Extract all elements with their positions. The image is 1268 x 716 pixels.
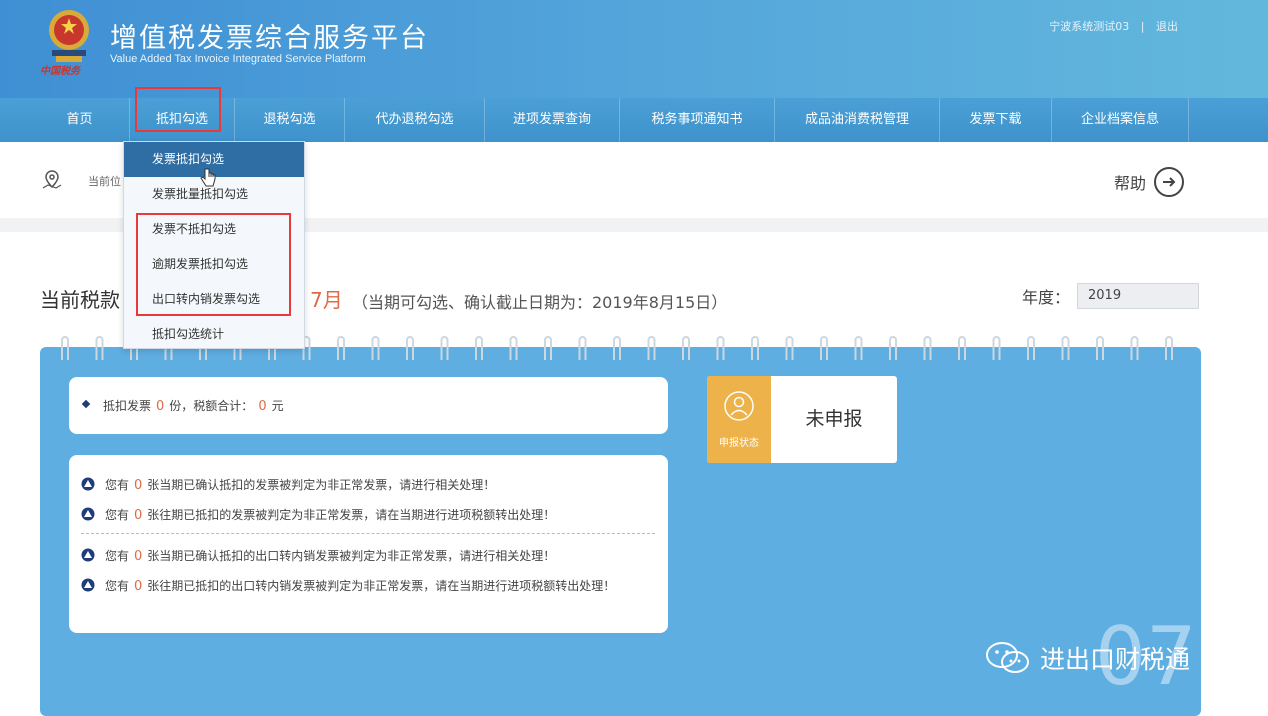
nav-invoice-download[interactable]: 发票下载 [940,98,1052,142]
binder-ring [61,336,69,360]
warning-item: 您有 0 张往期已抵扣的出口转内销发票被判定为非正常发票，请在当期进行进项税额转出处… [81,577,651,596]
menu-item-deduction-stats[interactable]: 抵扣勾选统计 [124,317,304,352]
summary-middle: 份，税额合计： [169,399,254,413]
warning-count: 0 [134,508,143,523]
warning-text: 张当期已确认抵扣的出口转内销发票被判定为非正常发票，请进行相关处理！ [147,549,556,563]
period-title: 当前税款 [40,288,120,312]
summary-amount: 0 [258,399,267,414]
platform-subtitle: Value Added Tax Invoice Integrated Servi… [110,53,366,65]
binder-ring [889,336,897,360]
warning-pre: 您有 [105,579,130,593]
nav-home[interactable]: 首页 [30,98,130,142]
summary-suffix: 元 [271,399,284,413]
binder-ring [1165,336,1173,360]
platform-title: 增值税发票综合服务平台 [110,23,429,54]
warning-icon [81,548,95,562]
binder-ring [923,336,932,360]
logout-link[interactable]: 退出 [1156,20,1178,33]
declaration-status-card[interactable]: 申报状态 未申报 [707,376,897,463]
breadcrumb: 当前位 [88,175,121,188]
binder-ring [820,336,828,360]
binder-ring [751,336,759,360]
watermark-text: 进出口财税通 [1040,645,1191,674]
binder-ring [95,336,104,360]
nav-highlight-box [135,87,221,132]
menu-highlight-box [136,213,291,316]
status-icon-label: 申报状态 [719,438,759,449]
person-icon [724,391,754,421]
binder-ring [1061,336,1070,360]
summary-count: 0 [156,399,165,414]
warning-text: 张往期已抵扣的出口转内销发票被判定为非正常发票，请在当期进行进项税额转出处理！ [147,579,616,593]
binder-ring [785,336,794,360]
year-label: 年度： [1022,288,1071,307]
year-select[interactable]: 2019 [1077,283,1199,309]
binder-ring [854,336,863,360]
warning-pre: 您有 [105,549,130,563]
binder-ring [509,336,518,360]
warning-count: 0 [134,549,143,564]
warning-count: 0 [134,478,143,493]
binder-ring [1027,336,1035,360]
binder-ring [992,336,1001,360]
arrow-right-icon [1154,167,1185,197]
warning-pre: 您有 [105,478,130,492]
warning-pre: 您有 [105,508,130,522]
binder-ring [1130,336,1139,360]
user-area: 宁波系统测试03 | 退出 [1045,18,1182,34]
status-text: 未申报 [805,408,863,430]
status-icon-box: 申报状态 [707,376,771,463]
warning-icon [81,507,95,521]
binder-ring [613,336,621,360]
binder-ring [682,336,690,360]
help-label: 帮助 [1114,174,1147,193]
warnings-card: 您有 0 张当期已确认抵扣的发票被判定为非正常发票，请进行相关处理！ 您有 0 张往期已… [69,455,668,633]
binder-ring [406,336,414,360]
binder-ring [647,336,656,360]
nav-tax-notice[interactable]: 税务事项通知书 [620,98,775,142]
binder-ring [578,336,587,360]
warning-item: 您有 0 张当期已确认抵扣的发票被判定为非正常发票，请进行相关处理！ [81,476,495,493]
location-icon [42,170,62,189]
binder-ring [958,336,966,360]
warning-icon [81,477,95,491]
period-note: （当期可勾选、确认截止日期为：2019年8月15日） [352,293,728,312]
warning-count: 0 [134,579,143,594]
nav-input-invoice-query[interactable]: 进项发票查询 [485,98,620,142]
hand-cursor-icon [200,168,216,187]
help-button[interactable]: 帮助 [1114,167,1185,197]
watermark: 进出口财税通 [984,640,1190,676]
binder-ring [1096,336,1104,360]
nav-refund-select[interactable]: 退税勾选 [235,98,345,142]
binder-ring [440,336,449,360]
period-month: 7月 [310,288,343,312]
binder-ring [544,336,552,360]
nav-agent-refund-select[interactable]: 代办退税勾选 [345,98,485,142]
nav-enterprise-profile[interactable]: 企业档案信息 [1052,98,1189,142]
warning-item: 您有 0 张往期已抵扣的发票被判定为非正常发票，请在当期进行进项税额转出处理！ [81,506,555,523]
binder-ring [371,336,380,360]
header: 中国税务 增值税发票综合服务平台 Value Added Tax Invoice… [0,0,1268,98]
warning-text: 张往期已抵扣的发票被判定为非正常发票，请在当期进行进项税额转出处理！ [147,508,556,522]
summary-prefix: 抵扣发票 [103,399,152,413]
binder-ring [716,336,725,360]
warning-text: 张当期已确认抵扣的发票被判定为非正常发票，请进行相关处理！ [147,478,496,492]
user-name[interactable]: 宁波系统测试03 [1049,20,1129,33]
summary-card: 抵扣发票 0 份，税额合计： 0 元 [69,377,668,434]
summary-text: 抵扣发票 0 份，税额合计： 0 元 [103,397,284,414]
binder-ring [337,336,345,360]
separator: | [1140,20,1145,33]
warning-icon [81,578,95,592]
warning-item: 您有 0 张当期已确认抵扣的出口转内销发票被判定为非正常发票，请进行相关处理！ [81,547,555,564]
binder-ring [475,336,483,360]
dashed-divider [81,533,655,534]
bullet-icon [81,399,91,409]
nav-refined-oil-tax[interactable]: 成品油消费税管理 [775,98,940,142]
wechat-icon [986,642,1029,673]
logo-text: 中国税务 [40,66,80,77]
